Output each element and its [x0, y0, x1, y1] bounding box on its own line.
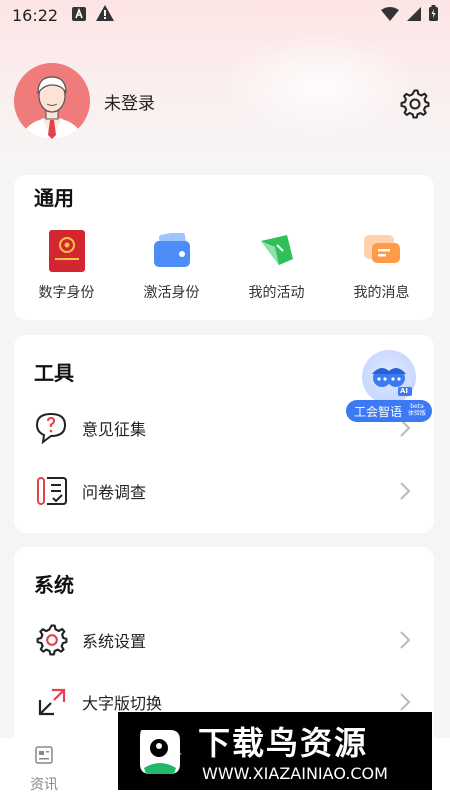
row-label: 大字版切换: [82, 694, 163, 713]
news-icon: [35, 746, 53, 768]
ai-assistant-label: 工会智语: [354, 404, 403, 419]
row-label: 问卷调查: [82, 483, 147, 502]
activate-identity-item[interactable]: 激活身份: [119, 230, 224, 302]
chevron-right-icon: [398, 630, 412, 650]
grid-label: 激活身份: [143, 285, 200, 301]
ai-assistant-button[interactable]: AI 工会智语 beta 体验版: [344, 348, 434, 424]
profile-section[interactable]: 未登录: [14, 63, 434, 139]
general-title: 通用: [34, 186, 74, 210]
chevron-right-icon: [398, 481, 412, 501]
nav-news-tab[interactable]: 资讯: [20, 746, 68, 794]
beta-text: beta: [410, 403, 424, 410]
chevron-right-icon: [398, 692, 412, 712]
login-status-text[interactable]: 未登录: [104, 89, 155, 114]
digital-identity-item[interactable]: 数字身份: [14, 230, 119, 302]
tools-title: 工具: [34, 361, 74, 385]
row-label: 系统设置: [82, 632, 147, 651]
survey-icon: [34, 473, 70, 509]
watermark-banner: 下载鸟资源 WWW.XIAZAINIAO.COM: [118, 712, 432, 790]
system-title: 系统: [34, 573, 74, 597]
battery-icon: [429, 5, 438, 25]
notification-a-icon: [72, 6, 87, 25]
my-activities-item[interactable]: 我的活动: [224, 230, 329, 302]
beta-tag: beta 体验版: [408, 403, 426, 417]
grid-label: 我的消息: [353, 285, 410, 301]
grid-label: 数字身份: [38, 285, 95, 301]
warning-icon: [96, 5, 115, 25]
beta-subtext: 体验版: [407, 410, 426, 417]
watermark-url: WWW.XIAZAINIAO.COM: [202, 764, 388, 783]
row-label: 意见征集: [82, 420, 147, 439]
gear-icon: [34, 622, 70, 658]
settings-gear-icon[interactable]: [400, 89, 430, 119]
cell-signal-icon: [407, 6, 421, 25]
message-icon: [361, 230, 403, 272]
general-card: 通用 数字身份 激活身份 我的活动 我的消息: [14, 175, 434, 320]
ai-assistant-pill[interactable]: 工会智语 beta 体验版: [346, 400, 432, 422]
status-time: 16:22: [12, 5, 59, 25]
union-id-card-icon: [46, 230, 88, 272]
ai-tag: AI: [400, 387, 409, 395]
flag-icon: [256, 230, 298, 272]
expand-arrows-icon: [34, 684, 70, 720]
grid-label: 我的活动: [248, 285, 305, 301]
wifi-icon: [381, 6, 399, 25]
bird-logo-icon: [130, 724, 190, 780]
nav-news-label: 资讯: [30, 777, 58, 793]
ai-robot-icon: AI: [362, 350, 416, 404]
avatar-person-icon: [22, 76, 82, 139]
feedback-chat-icon: [34, 410, 70, 446]
wallet-card-icon: [151, 230, 193, 272]
system-settings-row[interactable]: 系统设置: [14, 615, 434, 665]
watermark-title: 下载鸟资源: [198, 724, 369, 762]
status-bar: 16:22: [0, 0, 450, 30]
avatar[interactable]: [14, 63, 90, 139]
survey-row[interactable]: 问卷调查: [14, 466, 434, 516]
my-messages-item[interactable]: 我的消息: [329, 230, 434, 302]
